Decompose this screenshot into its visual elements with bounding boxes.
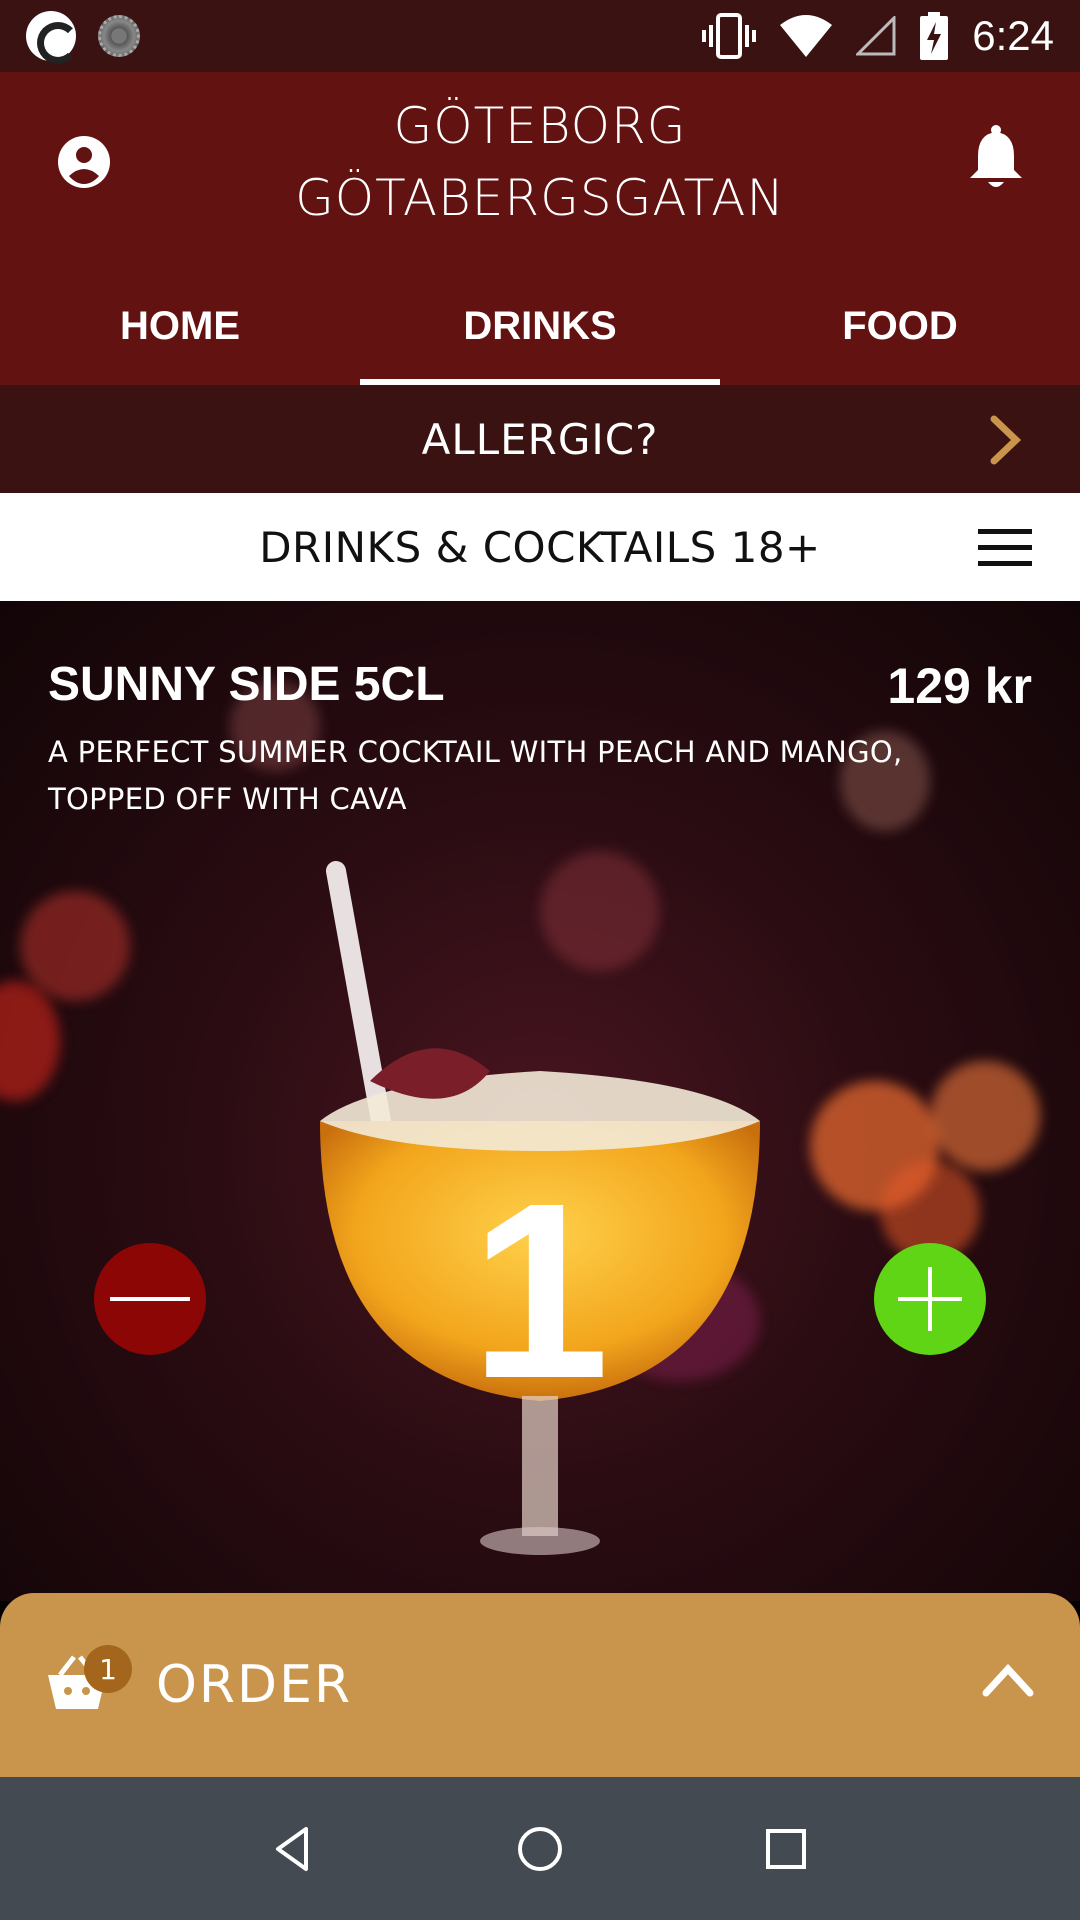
recents-icon[interactable]	[758, 1821, 814, 1877]
bokeh-light	[930, 1061, 1040, 1171]
allergy-button[interactable]: ALLERGIC?	[0, 385, 1080, 493]
order-bar[interactable]: 1 ORDER	[0, 1593, 1080, 1777]
tab-food[interactable]: FOOD	[720, 267, 1080, 385]
product-description: A PERFECT SUMMER COCKTAIL WITH PEACH AND…	[48, 735, 903, 816]
tab-drinks[interactable]: DRINKS	[360, 267, 720, 385]
minus-icon	[110, 1297, 190, 1301]
battery-charging-icon	[920, 12, 949, 60]
product-name: SUNNY SIDE 5CL	[48, 658, 445, 711]
app-header: GÖTEBORG GÖTABERGSGATAN HOME DRINKS FOOD	[0, 72, 1080, 385]
bell-icon[interactable]	[966, 124, 1026, 194]
location-street: GÖTABERGSGATAN	[295, 169, 785, 227]
system-nav-bar	[0, 1777, 1080, 1920]
wifi-icon	[780, 15, 833, 57]
chevron-up-icon[interactable]	[982, 1661, 1034, 1697]
location-title: GÖTEBORG GÖTABERGSGATAN	[200, 90, 880, 234]
allergy-label: ALLERGIC?	[421, 414, 659, 464]
tab-bar: HOME DRINKS FOOD	[0, 267, 1080, 385]
sync-icon	[98, 15, 140, 57]
home-icon[interactable]	[512, 1821, 568, 1877]
status-bar: 6:24	[0, 0, 1080, 72]
tab-home[interactable]: HOME	[0, 267, 360, 385]
status-right: 6:24	[702, 12, 1054, 60]
app-icon	[26, 11, 79, 64]
location-city: GÖTEBORG	[393, 97, 687, 155]
bokeh-light	[20, 891, 130, 1001]
status-time: 6:24	[972, 12, 1054, 59]
increase-quantity-button[interactable]	[874, 1243, 986, 1355]
account-circle-icon[interactable]	[56, 134, 112, 190]
product-price: 129 kr	[887, 658, 1032, 714]
hamburger-menu-icon[interactable]	[978, 529, 1032, 567]
category-bar: DRINKS & COCKTAILS 18+	[0, 493, 1080, 601]
signal-icon	[856, 16, 896, 56]
back-icon[interactable]	[266, 1821, 322, 1877]
vibrate-icon	[702, 13, 757, 59]
product-card: SUNNY SIDE 5CL 129 kr A PERFECT SUMMER C…	[0, 601, 1080, 1601]
plus-icon	[898, 1267, 962, 1331]
order-label: ORDER	[156, 1655, 353, 1715]
category-title: DRINKS & COCKTAILS 18+	[259, 522, 821, 572]
bokeh-light	[0, 981, 60, 1101]
status-left	[26, 11, 140, 64]
cart-count-badge: 1	[84, 1645, 132, 1693]
decrease-quantity-button[interactable]	[94, 1243, 206, 1355]
chevron-right-icon	[990, 415, 1022, 465]
